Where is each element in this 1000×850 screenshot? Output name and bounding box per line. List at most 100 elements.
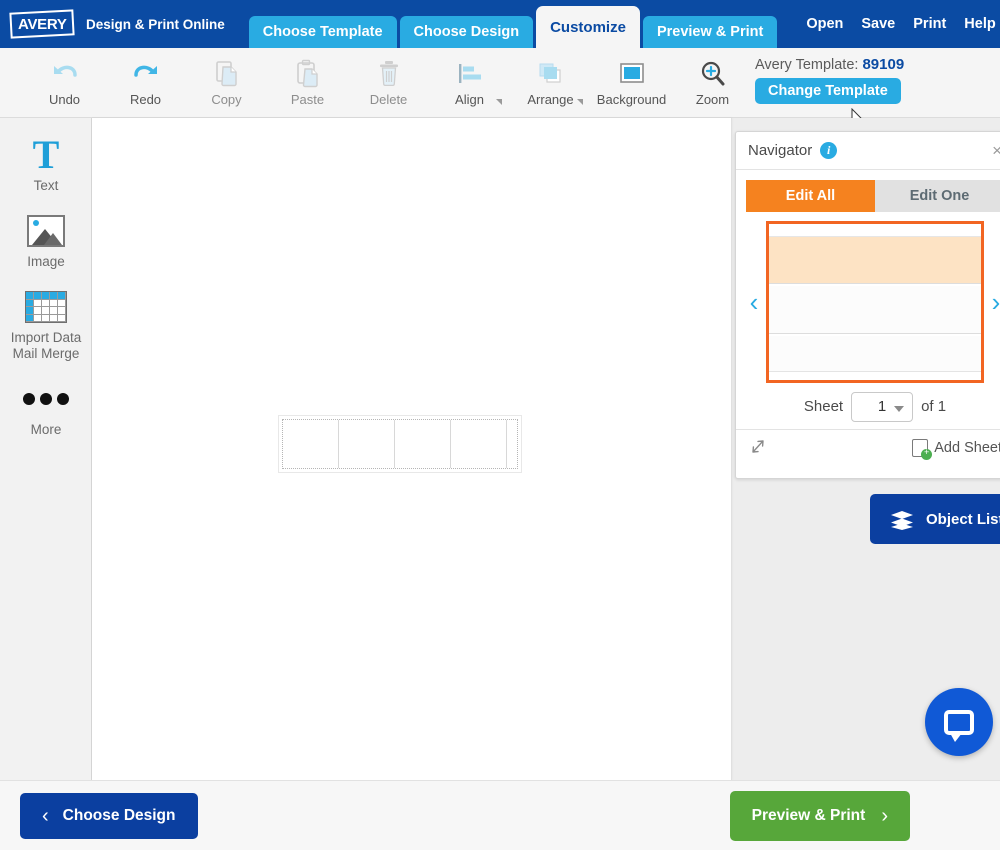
- text-t-icon: T: [33, 132, 60, 178]
- sheet-number-value: 1: [878, 398, 886, 415]
- toolbar-arrange-button[interactable]: Arrange: [510, 48, 591, 118]
- choose-design-back-button[interactable]: ‹ Choose Design: [20, 793, 198, 839]
- sidebar-item-text[interactable]: T Text: [0, 132, 92, 194]
- template-label-line: Avery Template: 89109: [755, 56, 904, 73]
- sheet-selector-row: Sheet 1 of 1: [736, 384, 1000, 430]
- redo-icon: [131, 57, 161, 90]
- link-help[interactable]: Help: [964, 16, 995, 32]
- left-tool-sidebar: T Text Image Import Data Mail Merge: [0, 118, 92, 780]
- toolbar-paste-button[interactable]: Paste: [267, 48, 348, 118]
- app-title: Design & Print Online: [86, 17, 225, 32]
- info-icon[interactable]: i: [820, 142, 837, 159]
- paste-icon: [293, 57, 323, 90]
- link-print[interactable]: Print: [913, 16, 946, 32]
- toolbar-delete-label: Delete: [370, 92, 408, 107]
- logo-box: AVERY: [9, 9, 74, 38]
- avery-logo[interactable]: AVERY: [10, 11, 74, 37]
- sheet-label: Sheet: [804, 398, 843, 415]
- editor-toolbar: Undo Redo Copy: [0, 48, 1000, 118]
- choose-design-label: Choose Design: [63, 807, 176, 825]
- next-sheet-arrow-icon[interactable]: ›: [984, 289, 1000, 315]
- toolbar-background-button[interactable]: Background: [591, 48, 672, 118]
- sidebar-item-more-label: More: [31, 422, 62, 438]
- navigator-title: Navigator: [748, 142, 812, 159]
- align-dropdown-caret-icon[interactable]: [496, 99, 502, 105]
- sheet-thumbnail[interactable]: [766, 221, 984, 383]
- sidebar-item-image[interactable]: Image: [0, 208, 92, 270]
- sheet-total-label: of 1: [921, 398, 946, 415]
- change-template-button[interactable]: Change Template: [755, 78, 901, 104]
- copy-icon: [212, 57, 242, 90]
- link-open[interactable]: Open: [806, 16, 843, 32]
- chevron-down-icon: [894, 406, 904, 412]
- toolbar-background-label: Background: [597, 92, 666, 107]
- toolbar-copy-button[interactable]: Copy: [186, 48, 267, 118]
- edit-one-button[interactable]: Edit One: [875, 180, 1000, 212]
- align-icon: [455, 57, 485, 90]
- canvas-sheet[interactable]: [92, 118, 732, 780]
- toolbar-zoom-button[interactable]: Zoom: [672, 48, 753, 118]
- toolbar-undo-label: Undo: [49, 92, 80, 107]
- toolbar-delete-button[interactable]: Delete: [348, 48, 429, 118]
- table-grid-icon: [25, 284, 67, 330]
- label-divider: [506, 420, 507, 468]
- header-links: Open Save Print Help Live Chat: [806, 0, 1000, 48]
- footer-bar: ‹ Choose Design Preview & Print ›: [0, 780, 1000, 850]
- object-list-button[interactable]: Object List: [870, 494, 1000, 544]
- tab-preview-print[interactable]: Preview & Print: [643, 16, 777, 48]
- preview-print-next-button[interactable]: Preview & Print ›: [730, 791, 910, 841]
- label-divider: [394, 420, 395, 468]
- sidebar-item-import-data-label: Import Data Mail Merge: [11, 330, 82, 362]
- label-object[interactable]: [278, 415, 522, 473]
- chevron-left-icon: ‹: [42, 806, 49, 826]
- background-icon: [616, 57, 648, 90]
- tab-choose-template[interactable]: Choose Template: [249, 16, 397, 48]
- three-dots-icon: [23, 376, 69, 422]
- label-divider: [338, 420, 339, 468]
- add-sheet-icon: +: [912, 439, 928, 457]
- logo-text: AVERY: [18, 16, 67, 33]
- thumbnail-row-selected: [769, 236, 981, 284]
- arrange-icon: [535, 57, 567, 90]
- toolbar-align-button[interactable]: Align: [429, 48, 510, 118]
- tab-choose-design[interactable]: Choose Design: [400, 16, 534, 48]
- toolbar-zoom-label: Zoom: [696, 92, 729, 107]
- toolbar-redo-button[interactable]: Redo: [105, 48, 186, 118]
- toolbar-arrange-label: Arrange: [527, 92, 573, 107]
- undo-icon: [50, 57, 80, 90]
- zoom-in-icon: [698, 57, 728, 90]
- sheet-thumbnail-row: ‹ ›: [736, 212, 1000, 384]
- sidebar-item-import-data[interactable]: Import Data Mail Merge: [0, 284, 92, 362]
- template-label: Avery Template:: [755, 57, 858, 73]
- live-chat-fab[interactable]: [925, 688, 993, 756]
- edit-all-button[interactable]: Edit All: [746, 180, 875, 212]
- toolbar-copy-label: Copy: [211, 92, 241, 107]
- toolbar-undo-button[interactable]: Undo: [24, 48, 105, 118]
- preview-print-label: Preview & Print: [752, 807, 866, 825]
- navigator-panel: Navigator i × Edit All Edit One ‹ › Shee…: [735, 131, 1000, 479]
- expand-icon[interactable]: [748, 438, 768, 459]
- add-sheet-label: Add Sheet: [934, 440, 1000, 456]
- object-list-label: Object List: [926, 511, 1000, 528]
- tab-customize[interactable]: Customize: [536, 6, 640, 48]
- arrange-dropdown-caret-icon[interactable]: [577, 99, 583, 105]
- sidebar-item-text-label: Text: [34, 178, 59, 194]
- chevron-right-icon: ›: [881, 806, 888, 826]
- main-tabs: Choose Template Choose Design Customize …: [249, 0, 781, 48]
- navigator-header: Navigator i ×: [736, 132, 1000, 170]
- close-icon[interactable]: ×: [992, 142, 1000, 159]
- link-save[interactable]: Save: [861, 16, 895, 32]
- chat-bubble-icon: [944, 710, 974, 735]
- thumbnail-row: [769, 286, 981, 334]
- label-object-outline: [282, 419, 518, 469]
- import-data-line2: Mail Merge: [13, 346, 80, 361]
- toolbar-paste-label: Paste: [291, 92, 324, 107]
- label-divider: [450, 420, 451, 468]
- app-header: AVERY Design & Print Online Choose Templ…: [0, 0, 1000, 48]
- sidebar-item-more[interactable]: More: [0, 376, 92, 438]
- add-sheet-button[interactable]: + Add Sheet: [912, 439, 1000, 457]
- prev-sheet-arrow-icon[interactable]: ‹: [742, 289, 766, 315]
- import-data-line1: Import Data: [11, 330, 82, 345]
- sheet-number-select[interactable]: 1: [851, 392, 913, 422]
- trash-icon: [375, 57, 403, 90]
